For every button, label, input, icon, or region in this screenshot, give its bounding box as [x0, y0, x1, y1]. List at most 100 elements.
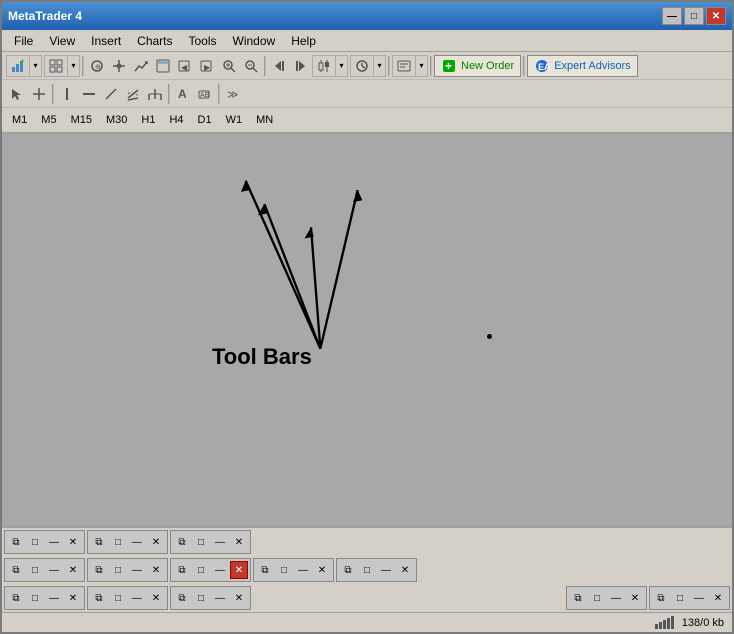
- period-dropdown-arrow[interactable]: ▾: [373, 55, 385, 77]
- tab-close-6[interactable]: ✕: [230, 561, 248, 579]
- profile-dropdown[interactable]: ▾: [44, 55, 80, 77]
- tab-minimize-1[interactable]: —: [45, 533, 63, 551]
- period-dropdown[interactable]: ▾: [350, 55, 386, 77]
- toolbar-btn-vline[interactable]: [56, 83, 78, 105]
- tab-minimize-7[interactable]: —: [294, 561, 312, 579]
- tab-close-4[interactable]: ✕: [64, 561, 82, 579]
- tab-restore-9[interactable]: ⧉: [7, 589, 25, 607]
- tab-expand-4[interactable]: □: [26, 561, 44, 579]
- toolbar-btn-text[interactable]: A: [172, 83, 194, 105]
- toolbar-btn-scroll-right[interactable]: [290, 55, 312, 77]
- tf-h1[interactable]: H1: [135, 112, 161, 128]
- maximize-button[interactable]: □: [684, 7, 704, 25]
- toolbar-btn-template[interactable]: [152, 55, 174, 77]
- toolbar-btn-pitchfork[interactable]: [144, 83, 166, 105]
- menu-file[interactable]: File: [6, 32, 41, 50]
- tab-minimize-13[interactable]: —: [690, 589, 708, 607]
- toolbar-btn-channel[interactable]: [122, 83, 144, 105]
- menu-help[interactable]: Help: [283, 32, 324, 50]
- tab-restore-2[interactable]: ⧉: [90, 533, 108, 551]
- expert-advisors-button[interactable]: EA Expert Advisors: [527, 55, 637, 77]
- menu-view[interactable]: View: [41, 32, 83, 50]
- tab-close-10[interactable]: ✕: [147, 589, 165, 607]
- menu-tools[interactable]: Tools: [181, 32, 225, 50]
- tf-h4[interactable]: H4: [163, 112, 189, 128]
- toolbar-btn-crosshair2[interactable]: [28, 83, 50, 105]
- tab-close-3[interactable]: ✕: [230, 533, 248, 551]
- new-chart-btn[interactable]: +: [7, 55, 29, 77]
- tab-minimize-8[interactable]: —: [377, 561, 395, 579]
- toolbar-btn-crosshair[interactable]: [108, 55, 130, 77]
- new-chart-dropdown[interactable]: + ▾: [6, 55, 42, 77]
- tab-expand-3[interactable]: □: [192, 533, 210, 551]
- toolbar-btn-label[interactable]: AB: [194, 83, 216, 105]
- tab-restore-5[interactable]: ⧉: [90, 561, 108, 579]
- tab-close-11[interactable]: ✕: [230, 589, 248, 607]
- tab-close-2[interactable]: ✕: [147, 533, 165, 551]
- menu-charts[interactable]: Charts: [129, 32, 180, 50]
- chart-type-dropdown-arrow[interactable]: ▾: [335, 55, 347, 77]
- tf-w1[interactable]: W1: [220, 112, 249, 128]
- tab-restore-12[interactable]: ⧉: [569, 589, 587, 607]
- tab-close-8[interactable]: ✕: [396, 561, 414, 579]
- tab-close-7[interactable]: ✕: [313, 561, 331, 579]
- tab-close-5[interactable]: ✕: [147, 561, 165, 579]
- tab-expand-12[interactable]: □: [588, 589, 606, 607]
- tab-minimize-6[interactable]: —: [211, 561, 229, 579]
- chart-type-dropdown[interactable]: ▾: [312, 55, 348, 77]
- tab-close-1[interactable]: ✕: [64, 533, 82, 551]
- tab-expand-8[interactable]: □: [358, 561, 376, 579]
- tf-mn[interactable]: MN: [250, 112, 279, 128]
- tab-minimize-12[interactable]: —: [607, 589, 625, 607]
- tab-minimize-9[interactable]: —: [45, 589, 63, 607]
- close-button[interactable]: ✕: [706, 7, 726, 25]
- tab-expand-2[interactable]: □: [109, 533, 127, 551]
- tab-expand-11[interactable]: □: [192, 589, 210, 607]
- tab-restore-4[interactable]: ⧉: [7, 561, 25, 579]
- properties-dropdown-arrow[interactable]: ▾: [415, 55, 427, 77]
- toolbar-btn-zoom-in-chart[interactable]: [130, 55, 152, 77]
- tab-restore-13[interactable]: ⧉: [652, 589, 670, 607]
- tab-restore-10[interactable]: ⧉: [90, 589, 108, 607]
- period-btn[interactable]: [351, 55, 373, 77]
- tab-close-9[interactable]: ✕: [64, 589, 82, 607]
- toolbar-btn-indicator[interactable]: ⊕: [86, 55, 108, 77]
- tab-expand-5[interactable]: □: [109, 561, 127, 579]
- tab-expand-9[interactable]: □: [26, 589, 44, 607]
- minimize-button[interactable]: —: [662, 7, 682, 25]
- tab-restore-7[interactable]: ⧉: [256, 561, 274, 579]
- menu-window[interactable]: Window: [225, 32, 284, 50]
- tab-restore-6[interactable]: ⧉: [173, 561, 191, 579]
- tab-restore-3[interactable]: ⧉: [173, 533, 191, 551]
- toolbar-btn-zoom-in[interactable]: [218, 55, 240, 77]
- tab-restore-11[interactable]: ⧉: [173, 589, 191, 607]
- profile-btn[interactable]: [45, 55, 67, 77]
- tab-expand-7[interactable]: □: [275, 561, 293, 579]
- menu-insert[interactable]: Insert: [83, 32, 129, 50]
- tab-minimize-10[interactable]: —: [128, 589, 146, 607]
- tab-minimize-4[interactable]: —: [45, 561, 63, 579]
- toolbar-btn-hline[interactable]: [78, 83, 100, 105]
- tab-minimize-11[interactable]: —: [211, 589, 229, 607]
- toolbar-btn-more[interactable]: ≫: [222, 83, 244, 105]
- properties-dropdown[interactable]: ▾: [392, 55, 428, 77]
- toolbar-btn-trendline[interactable]: [100, 83, 122, 105]
- tab-minimize-3[interactable]: —: [211, 533, 229, 551]
- properties-btn[interactable]: [393, 55, 415, 77]
- tab-close-12[interactable]: ✕: [626, 589, 644, 607]
- toolbar-btn-scroll-left[interactable]: [268, 55, 290, 77]
- tab-restore-1[interactable]: ⧉: [7, 533, 25, 551]
- tf-m15[interactable]: M15: [65, 112, 98, 128]
- chart-type-btn[interactable]: [313, 55, 335, 77]
- tf-d1[interactable]: D1: [192, 112, 218, 128]
- tab-expand-6[interactable]: □: [192, 561, 210, 579]
- new-chart-dropdown-arrow[interactable]: ▾: [29, 55, 41, 77]
- tab-expand-13[interactable]: □: [671, 589, 689, 607]
- tf-m5[interactable]: M5: [35, 112, 62, 128]
- tab-close-13[interactable]: ✕: [709, 589, 727, 607]
- tab-minimize-2[interactable]: —: [128, 533, 146, 551]
- tab-expand-10[interactable]: □: [109, 589, 127, 607]
- toolbar-btn-fwd[interactable]: ▶: [196, 55, 218, 77]
- toolbar-btn-back[interactable]: ◀: [174, 55, 196, 77]
- tab-minimize-5[interactable]: —: [128, 561, 146, 579]
